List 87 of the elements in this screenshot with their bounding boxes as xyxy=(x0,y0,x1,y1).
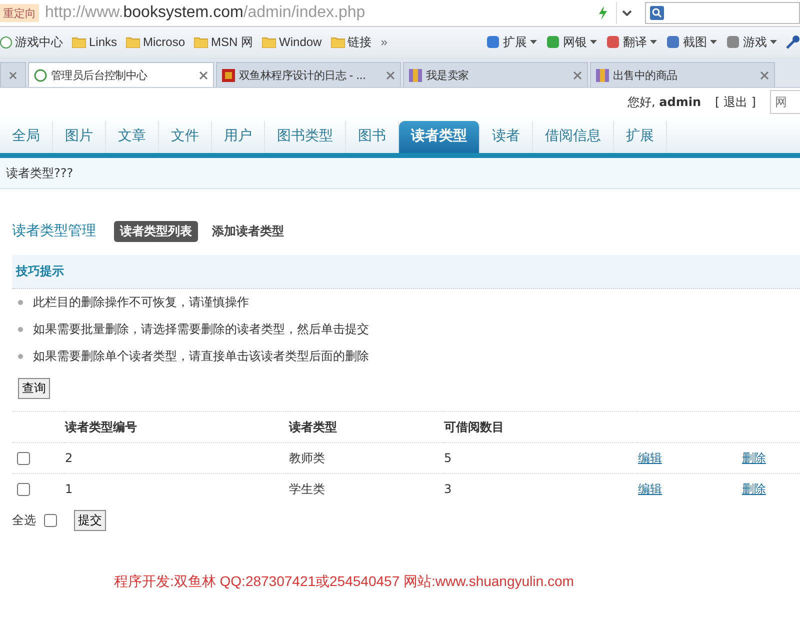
caret-icon xyxy=(650,40,657,44)
tip-text: 此栏目的删除操作不可恢复，请谨慎操作 xyxy=(33,294,249,311)
row-checkbox[interactable] xyxy=(17,452,30,464)
logout-link[interactable]: [ 退出 ] xyxy=(715,94,756,110)
bullet-icon xyxy=(18,300,23,305)
bookmark[interactable]: Window xyxy=(262,35,322,49)
section-tab[interactable]: 添加读者类型 xyxy=(206,220,290,242)
favicon-icon xyxy=(34,68,47,82)
nav-tab[interactable]: 借阅信息 xyxy=(533,121,614,153)
folder-icon xyxy=(330,36,345,48)
favicon-icon xyxy=(596,68,609,82)
breadcrumb: 读者类型??? xyxy=(6,166,74,180)
folder-icon xyxy=(72,36,86,48)
toolbar-button[interactable]: 游戏 xyxy=(726,34,777,50)
favicon-icon xyxy=(222,68,235,82)
edit-link[interactable]: 编辑 xyxy=(638,482,662,496)
delete-link[interactable]: 删除 xyxy=(742,482,766,496)
select-all-label: 全选 xyxy=(12,512,36,529)
column-header: 可借阅数目 xyxy=(443,412,637,442)
nav-tab[interactable]: 读者 xyxy=(480,121,533,153)
nav-tab[interactable]: 用户 xyxy=(212,121,265,153)
close-icon[interactable] xyxy=(199,70,208,80)
tip-text: 如果需要删除单个读者类型，请直接单击该读者类型后面的删除 xyxy=(33,348,369,365)
browser-tab[interactable] xyxy=(0,62,26,87)
redirect-label: 重定向 xyxy=(0,4,39,22)
close-icon[interactable] xyxy=(9,70,17,80)
bullet-icon xyxy=(18,327,23,332)
credit-text: 程序开发:双鱼林 QQ:287307421或254540457 网站:www.shuangyulin.com xyxy=(114,573,574,589)
select-all-checkbox[interactable] xyxy=(44,514,57,527)
favicon-icon xyxy=(409,68,422,82)
bullet-icon xyxy=(18,354,23,359)
table-cell: 5 xyxy=(443,442,637,474)
toolbar-button[interactable]: 翻译 xyxy=(606,34,657,50)
table-cell: 学生类 xyxy=(288,474,443,504)
bookmark[interactable]: MSN 网 xyxy=(194,34,254,50)
caret-icon xyxy=(590,40,597,44)
bookmark[interactable]: 游戏中心 xyxy=(0,34,63,50)
table-cell: 教师类 xyxy=(288,442,443,474)
bookmark[interactable]: Links xyxy=(72,35,118,49)
edit-link[interactable]: 编辑 xyxy=(638,450,662,464)
caret-icon xyxy=(622,10,632,16)
nav-tab[interactable]: 全局 xyxy=(0,121,53,153)
bookmark[interactable]: Microso xyxy=(126,35,186,49)
section-title: 读者类型管理 xyxy=(12,222,96,240)
close-icon[interactable] xyxy=(760,70,769,80)
browser-tab[interactable]: 双鱼林程序设计的日志 - ... xyxy=(216,62,401,87)
caret-icon xyxy=(770,40,777,44)
submit-button[interactable]: 提交 xyxy=(74,510,106,531)
toolbar-button[interactable]: 网银 xyxy=(546,34,597,50)
search-icon xyxy=(650,6,664,20)
nav-tab[interactable]: 文件 xyxy=(159,121,212,153)
toolbar-button[interactable]: 截图 xyxy=(666,34,717,50)
folder-icon xyxy=(194,36,208,48)
section-tab[interactable]: 读者类型列表 xyxy=(114,220,198,242)
close-icon[interactable] xyxy=(573,70,582,80)
table-cell: 2 xyxy=(64,442,288,474)
nav-tab[interactable]: 图书类型 xyxy=(265,121,346,153)
nav-tab[interactable]: 文章 xyxy=(106,121,159,153)
greeting-text: 您好, admin xyxy=(628,94,701,110)
caret-icon xyxy=(530,40,537,44)
nav-tab[interactable]: 扩展 xyxy=(614,121,667,153)
delete-link[interactable]: 删除 xyxy=(742,450,766,464)
table-cell: 3 xyxy=(443,474,637,504)
column-header: 读者类型编号 xyxy=(64,412,288,442)
bookmark[interactable]: 链接 xyxy=(330,34,372,50)
row-checkbox[interactable] xyxy=(17,482,30,496)
search-engine-button[interactable] xyxy=(645,2,800,24)
browser-tab[interactable]: 我是卖家 xyxy=(403,62,588,87)
folder-icon xyxy=(126,36,140,48)
query-button[interactable]: 查询 xyxy=(18,378,50,399)
nav-tab[interactable]: 图片 xyxy=(53,121,106,153)
more-bookmarks-button[interactable]: » xyxy=(380,35,388,49)
browser-tab[interactable]: 管理员后台控制中心 xyxy=(28,62,214,87)
key-icon[interactable] xyxy=(786,35,800,49)
toolbar-button[interactable]: 扩展 xyxy=(486,34,537,50)
folder-icon xyxy=(262,36,276,48)
nav-tab[interactable]: 读者类型 xyxy=(399,121,480,153)
close-icon[interactable] xyxy=(386,70,395,80)
caret-icon xyxy=(710,40,717,44)
tip-text: 如果需要批量删除，请选择需要删除的读者类型，然后单击提交 xyxy=(33,321,369,338)
table-cell: 1 xyxy=(64,474,288,504)
tips-header: 技巧提示 xyxy=(12,255,800,289)
lightning-icon[interactable] xyxy=(598,6,608,20)
address-field[interactable]: http://www.booksystem.com/admin/index.php xyxy=(39,4,598,22)
search-field[interactable]: 网 xyxy=(770,90,800,114)
column-header: 读者类型 xyxy=(288,412,443,442)
browser-tab[interactable]: 出售中的商品 xyxy=(590,62,775,87)
